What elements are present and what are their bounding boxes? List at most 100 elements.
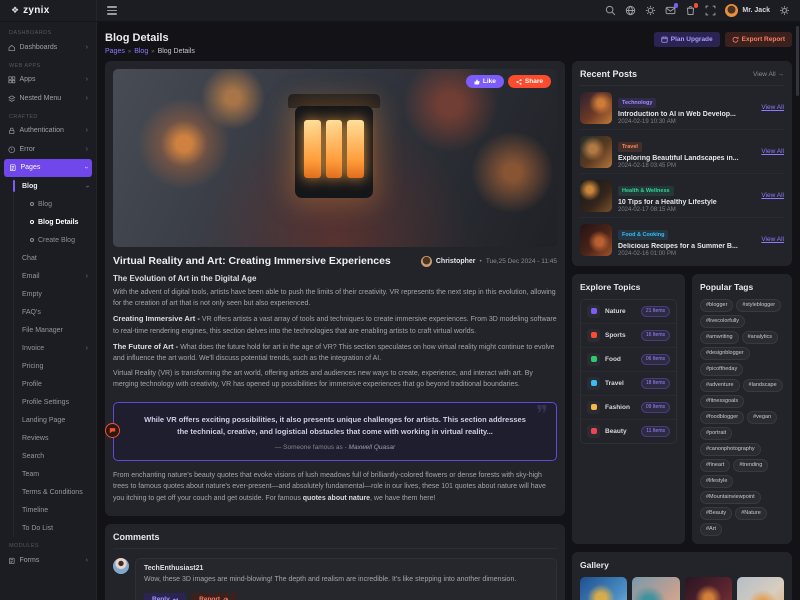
tag[interactable]: #lifestyle — [700, 475, 733, 488]
topic-count: 06 Items — [641, 354, 670, 365]
sidebar-item-label: Search — [22, 453, 44, 460]
plan-upgrade-button[interactable]: Plan Upgrade — [654, 32, 720, 47]
sidebar-item-apps[interactable]: Apps › — [0, 71, 96, 90]
sidebar-item-blog[interactable]: Blog — [14, 195, 96, 213]
tag[interactable]: #adventure — [700, 379, 740, 392]
gallery-image[interactable] — [737, 577, 784, 600]
gallery-image[interactable] — [580, 577, 627, 600]
sidebar-item-blog-details[interactable]: Blog Details — [14, 213, 96, 231]
sidebar-item-error[interactable]: Error › — [0, 140, 96, 159]
recent-post-row[interactable]: Technology Introduction to AI in Web Dev… — [580, 86, 784, 130]
tag[interactable]: #livecolorfully — [700, 315, 745, 328]
sidebar-item-search[interactable]: Search — [14, 447, 96, 465]
translate-icon[interactable] — [625, 5, 636, 16]
report-button[interactable]: Report ⊘ — [191, 593, 236, 600]
topic-nature[interactable]: Nature 21 Items — [581, 300, 676, 324]
sidebar-item-reviews[interactable]: Reviews — [14, 429, 96, 447]
tag[interactable]: #picoftheday — [700, 363, 743, 376]
breadcrumb-pages[interactable]: Pages — [105, 48, 125, 55]
tag[interactable]: #landscape — [743, 379, 783, 392]
topic-beauty[interactable]: Beauty 11 Items — [581, 420, 676, 443]
tag[interactable]: #fitnessgoals — [700, 395, 744, 408]
sidebar-item-landing-page[interactable]: Landing Page — [14, 411, 96, 429]
sidebar-item-nested-menu[interactable]: Nested Menu › — [0, 89, 96, 108]
sidebar-item-blog-parent[interactable]: Blog › — [14, 177, 96, 195]
post-view-all-link[interactable]: View All — [761, 148, 784, 155]
sidebar-item-todo[interactable]: To Do List — [14, 519, 96, 537]
sidebar-item-label: Timeline — [22, 507, 48, 514]
like-button[interactable]: Like — [466, 75, 504, 88]
sidebar-item-dashboards[interactable]: Dashboards › — [0, 38, 96, 57]
post-view-all-link[interactable]: View All — [761, 192, 784, 199]
recent-post-row[interactable]: Travel Exploring Beautiful Landscapes in… — [580, 130, 784, 174]
scrollbar[interactable] — [796, 26, 799, 96]
paragraph-4: Virtual Reality (VR) is transforming the… — [113, 368, 557, 390]
sidebar-item-empty[interactable]: Empty — [14, 285, 96, 303]
sidebar-item-label: Blog Details — [38, 219, 78, 226]
topic-travel[interactable]: Travel 18 Items — [581, 372, 676, 396]
sidebar-toggle-icon[interactable] — [107, 6, 117, 15]
tag[interactable]: #foodblogger — [700, 411, 744, 424]
tag[interactable]: #fineart — [700, 459, 730, 472]
tag[interactable]: #analytics — [742, 331, 778, 344]
sidebar-item-faqs[interactable]: FAQ's — [14, 303, 96, 321]
blockquote: ❞ While VR offers exciting possibilities… — [113, 402, 557, 462]
sidebar-item-terms[interactable]: Terms & Conditions — [14, 483, 96, 501]
tag[interactable]: #canonphotography — [700, 443, 761, 456]
topic-name: Nature — [605, 308, 626, 315]
sidebar-item-pricing[interactable]: Pricing — [14, 357, 96, 375]
sidebar-item-timeline[interactable]: Timeline — [14, 501, 96, 519]
user-menu[interactable]: Mr. Jack — [725, 4, 770, 17]
author-info[interactable]: Christopher • Tue,25 Dec 2024 - 11:45 — [421, 256, 557, 267]
sidebar-item-chat[interactable]: Chat — [14, 249, 96, 267]
sidebar-item-pages[interactable]: Pages › — [4, 159, 92, 178]
share-label: Share — [525, 78, 543, 85]
topic-sports[interactable]: Sports 16 Items — [581, 324, 676, 348]
reply-button[interactable]: Reply ↩ — [144, 593, 186, 600]
sidebar-item-forms[interactable]: Forms › — [0, 551, 96, 570]
sidebar-item-label: Blog — [38, 201, 52, 208]
tag[interactable]: #designblogger — [700, 347, 750, 360]
gear-icon[interactable] — [779, 5, 790, 16]
sidebar-item-authentication[interactable]: Authentication › — [0, 122, 96, 141]
topic-fashion[interactable]: Fashion 09 Items — [581, 396, 676, 420]
tag[interactable]: #Mountainviewpoint — [700, 491, 761, 504]
recent-post-row[interactable]: Health & Wellness 10 Tips for a Healthy … — [580, 174, 784, 218]
mail-icon[interactable] — [665, 5, 676, 16]
post-view-all-link[interactable]: View All — [761, 104, 784, 111]
tag[interactable]: #Beauty — [700, 507, 732, 520]
recent-post-row[interactable]: Food & Cooking Delicious Recipes for a S… — [580, 218, 784, 258]
sidebar-item-email[interactable]: Email › — [14, 267, 96, 285]
cart-icon[interactable] — [685, 5, 696, 16]
tag[interactable]: #blogger — [700, 299, 733, 312]
topic-food[interactable]: Food 06 Items — [581, 348, 676, 372]
sidebar-item-label: Chat — [22, 255, 37, 262]
tag[interactable]: #portrait — [700, 427, 732, 440]
sidebar-item-profile[interactable]: Profile — [14, 375, 96, 393]
sidebar-item-invoice[interactable]: Invoice › — [14, 339, 96, 357]
search-icon[interactable] — [605, 5, 616, 16]
brand-logo[interactable]: ❖ zynix — [0, 0, 97, 21]
sidebar-item-profile-settings[interactable]: Profile Settings — [14, 393, 96, 411]
theme-icon[interactable] — [645, 5, 656, 16]
recent-posts-view-all[interactable]: View All → — [753, 71, 784, 78]
export-report-button[interactable]: Export Report — [725, 32, 792, 47]
post-view-all-link[interactable]: View All — [761, 236, 784, 243]
fullscreen-icon[interactable] — [705, 5, 716, 16]
sidebar-item-team[interactable]: Team — [14, 465, 96, 483]
tag[interactable]: #Nature — [735, 507, 767, 520]
sidebar-item-create-blog[interactable]: Create Blog — [14, 231, 96, 249]
sidebar-item-file-manager[interactable]: File Manager — [14, 321, 96, 339]
gallery-image[interactable] — [685, 577, 732, 600]
tag[interactable]: #Art — [700, 523, 722, 536]
tag[interactable]: #trending — [733, 459, 768, 472]
tag[interactable]: #amwriting — [700, 331, 739, 344]
blog-hero-image[interactable]: Like Share — [113, 69, 557, 247]
tag[interactable]: #styleblogger — [736, 299, 781, 312]
sidebar-item-label: Error — [20, 146, 36, 153]
tag[interactable]: #vegan — [747, 411, 777, 424]
gallery-image[interactable] — [632, 577, 679, 600]
breadcrumb-blog[interactable]: Blog — [134, 48, 148, 55]
share-button[interactable]: Share — [508, 75, 551, 88]
navbar-icons: Mr. Jack — [605, 4, 790, 17]
